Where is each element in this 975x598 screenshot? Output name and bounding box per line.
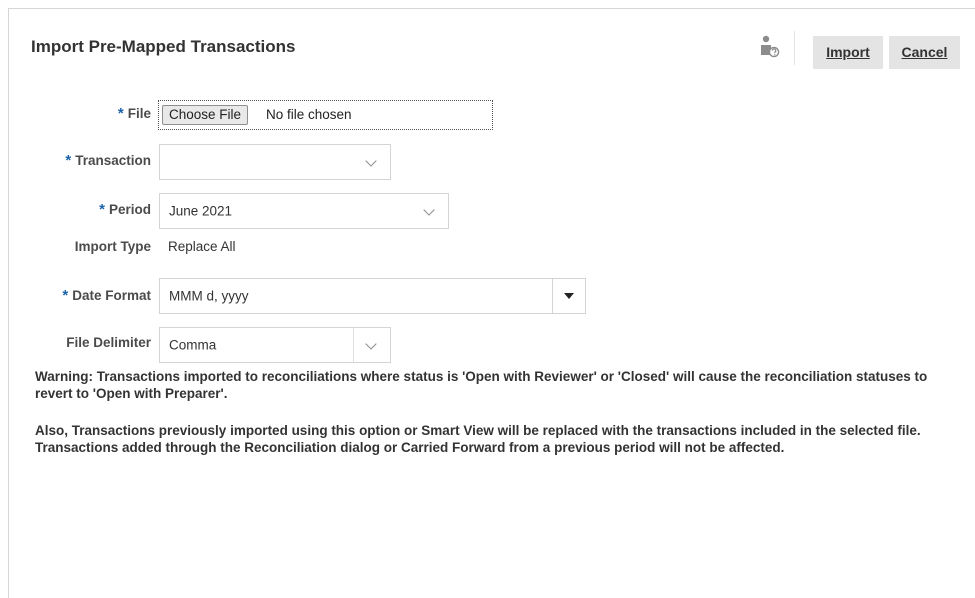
- chevron-down-icon: [365, 338, 377, 350]
- caret-down-icon: [564, 293, 574, 299]
- required-marker: *: [65, 152, 72, 169]
- period-select[interactable]: June 2021: [159, 193, 449, 229]
- file-label-row: * File: [118, 105, 151, 122]
- file-status: No file chosen: [266, 107, 352, 122]
- required-marker: *: [117, 105, 124, 122]
- chevron-down-icon: [365, 155, 377, 167]
- import-type-value: Replace All: [168, 239, 236, 254]
- period-label-row: * Period: [99, 201, 151, 218]
- date-format-label: Date Format: [72, 288, 151, 303]
- select-divider: [353, 328, 354, 362]
- dialog-title: Import Pre-Mapped Transactions: [31, 37, 296, 56]
- file-delimiter-label: File Delimiter: [66, 335, 151, 350]
- transaction-select[interactable]: [159, 144, 391, 180]
- user-help-icon[interactable]: [759, 35, 781, 59]
- file-label: File: [127, 106, 151, 121]
- file-input[interactable]: Choose File No file chosen: [158, 100, 493, 130]
- chevron-down-icon: [423, 204, 435, 216]
- date-format-value: MMM d, yyyy: [169, 288, 249, 304]
- transaction-label: Transaction: [75, 153, 151, 168]
- cancel-button[interactable]: Cancel: [889, 36, 960, 69]
- required-marker: *: [99, 201, 105, 218]
- import-dialog: Import Pre-Mapped Transactions Import Ca…: [8, 8, 975, 598]
- replace-note-message: Also, Transactions previously imported u…: [35, 423, 921, 455]
- import-button[interactable]: Import: [813, 36, 883, 69]
- period-value: June 2021: [169, 203, 233, 219]
- warning-message: Warning: Transactions imported to reconc…: [35, 369, 928, 401]
- date-format-label-row: * Date Format: [62, 287, 151, 304]
- file-delimiter-select[interactable]: Comma: [159, 327, 391, 363]
- date-format-combobox[interactable]: MMM d, yyyy: [159, 278, 586, 314]
- required-marker: *: [62, 287, 69, 304]
- import-type-label: Import Type: [74, 239, 151, 254]
- choose-file-button[interactable]: Choose File: [162, 105, 249, 125]
- transaction-label-row: * Transaction: [65, 152, 151, 169]
- file-delimiter-value: Comma: [169, 337, 217, 353]
- period-label: Period: [108, 202, 151, 217]
- date-format-dropdown-button[interactable]: [552, 279, 585, 313]
- toolbar-separator: [794, 31, 795, 65]
